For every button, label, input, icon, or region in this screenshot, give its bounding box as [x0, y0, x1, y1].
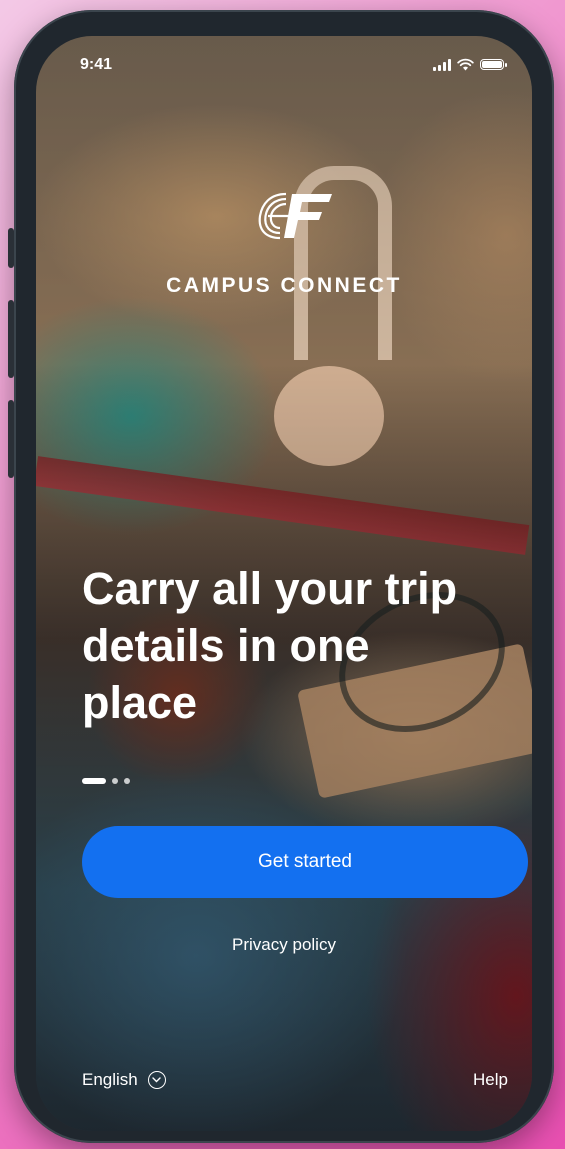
status-icons: [433, 58, 507, 71]
onboarding-headline: Carry all your trip details in one place: [82, 563, 458, 728]
battery-icon: [480, 59, 507, 70]
app-screen: 9:41 CAMPUS CONNECT Carry all your trip …: [36, 36, 532, 1131]
wifi-icon: [457, 58, 474, 71]
volume-down-button: [8, 400, 14, 478]
volume-up-button: [8, 300, 14, 378]
privacy-policy-link[interactable]: Privacy policy: [36, 935, 532, 955]
app-name: CAMPUS CONNECT: [166, 274, 402, 297]
page-indicator-dot-3[interactable]: [124, 778, 130, 784]
ef-logo-icon: [258, 192, 332, 240]
get-started-button[interactable]: Get started: [82, 826, 528, 898]
page-indicator-dot-2[interactable]: [112, 778, 118, 784]
status-time: 9:41: [80, 56, 113, 73]
help-link[interactable]: Help: [473, 1070, 508, 1090]
signal-icon: [433, 58, 451, 71]
phone-frame: 9:41 CAMPUS CONNECT Carry all your trip …: [8, 10, 554, 1143]
language-selector[interactable]: English: [82, 1070, 166, 1090]
action-button: [8, 228, 14, 268]
status-bar: 9:41: [36, 36, 532, 96]
language-label: English: [82, 1070, 138, 1089]
chevron-down-icon: [147, 1071, 166, 1089]
page-indicator-dot-1[interactable]: [82, 778, 106, 784]
page-indicator[interactable]: [82, 778, 130, 784]
